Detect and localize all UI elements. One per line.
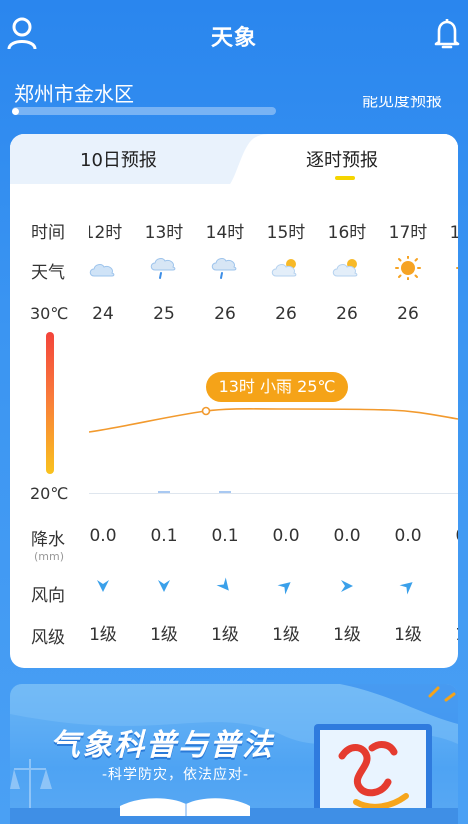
science-banner[interactable]: 气象科普与普法 -科学防灾，依法应对- xyxy=(10,684,458,824)
temp-max-label: 30℃ xyxy=(30,304,69,323)
light-rain-icon xyxy=(211,258,237,279)
row-label-precip-unit: (mm) xyxy=(34,550,65,563)
hourly-columns[interactable]: 12时 24 0.0 1级 13时 25 0.1 1级 14时 26 0.1 1级 15时 26 0.0 1级… xyxy=(89,194,458,664)
row-label-time: 时间 xyxy=(31,223,65,243)
tab-hourly-forecast[interactable]: 逐时预报 xyxy=(306,146,378,172)
hour-temp: 26 xyxy=(214,304,236,324)
location-name[interactable]: 郑州市金水区 xyxy=(14,78,134,107)
hour-time: 14时 xyxy=(205,223,245,243)
hour-time: 15时 xyxy=(266,223,306,243)
location-indicator xyxy=(12,108,19,115)
precip-bar xyxy=(158,491,170,493)
forecast-card: 10日预报 逐时预报 时间 天气 30℃ 20℃ 降水 (mm) 风向 风级 1… xyxy=(10,134,458,668)
scale-icon xyxy=(10,759,52,814)
wind-arrow-icon xyxy=(341,580,353,592)
hour-temp: 26 xyxy=(275,304,297,324)
book-icon xyxy=(120,798,250,816)
temp-gradient-bar xyxy=(46,332,54,474)
sunny-icon xyxy=(395,256,421,280)
partly-cloudy-icon xyxy=(332,259,358,277)
location-track xyxy=(12,107,276,115)
hour-precip: 0.0 xyxy=(89,526,117,546)
hour-precip: 0.1 xyxy=(150,526,178,546)
row-label-precip: 降水 xyxy=(31,530,65,550)
wind-arrow-icon xyxy=(97,580,109,592)
app-header: 天象 xyxy=(0,0,468,70)
row-label-wind-level: 风级 xyxy=(31,628,65,648)
wind-arrow-icon xyxy=(216,577,229,591)
app-title: 天象 xyxy=(210,26,257,51)
hour-temp: 26 xyxy=(439,304,458,324)
hour-temp: 26 xyxy=(397,304,419,324)
wind-arrow-icon xyxy=(277,582,291,595)
hour-wind-level: 1级 xyxy=(89,625,117,645)
hour-precip: 0.0 xyxy=(272,526,300,546)
hour-time: 16时 xyxy=(327,223,367,243)
hour-temp: 24 xyxy=(92,304,114,324)
hour-precip: 0.0 xyxy=(439,526,458,546)
hour-time: 13时 xyxy=(144,223,184,243)
hour-wind-level: 1级 xyxy=(272,625,300,645)
partly-cloudy-icon xyxy=(271,259,297,277)
hour-precip: 0.0 xyxy=(333,526,361,546)
hour-wind-level: 1级 xyxy=(333,625,361,645)
tab-active-indicator xyxy=(335,176,355,180)
hour-precip: 0.0 xyxy=(394,526,422,546)
bell-icon[interactable] xyxy=(432,16,462,50)
wind-arrow-icon xyxy=(158,580,170,592)
hour-wind-level: 1级 xyxy=(439,620,458,645)
tab-10day-forecast[interactable]: 10日预报 xyxy=(80,146,157,172)
row-label-wind-direction: 风向 xyxy=(31,586,65,606)
wind-arrow-icon xyxy=(399,582,413,595)
cloudy-icon xyxy=(89,264,115,277)
sunny-icon xyxy=(456,267,458,269)
light-rain-icon xyxy=(150,258,176,279)
ticker-text: 能见度预报 xyxy=(362,96,443,110)
tab-bar: 10日预报 逐时预报 xyxy=(10,134,458,190)
row-label-weather: 天气 xyxy=(31,263,65,283)
hour-time: 17时 xyxy=(388,223,428,243)
hour-temp: 26 xyxy=(336,304,358,324)
hour-wind-level: 1级 xyxy=(394,625,422,645)
temp-min-label: 20℃ xyxy=(30,484,69,503)
hour-temp: 25 xyxy=(153,304,175,324)
forecast-ticker[interactable]: 能见度预报 xyxy=(362,96,458,114)
hour-wind-level: 1级 xyxy=(150,625,178,645)
precip-bar xyxy=(219,491,231,493)
banner-subtitle: -科学防灾，依法应对- xyxy=(102,767,250,783)
banner-title: 气象科普与普法 xyxy=(50,728,274,763)
hour-precip: 0.1 xyxy=(211,526,239,546)
hour-time: 12时 xyxy=(89,223,123,243)
hour-wind-level: 1级 xyxy=(211,625,239,645)
hour-time: 18时 xyxy=(449,223,458,243)
